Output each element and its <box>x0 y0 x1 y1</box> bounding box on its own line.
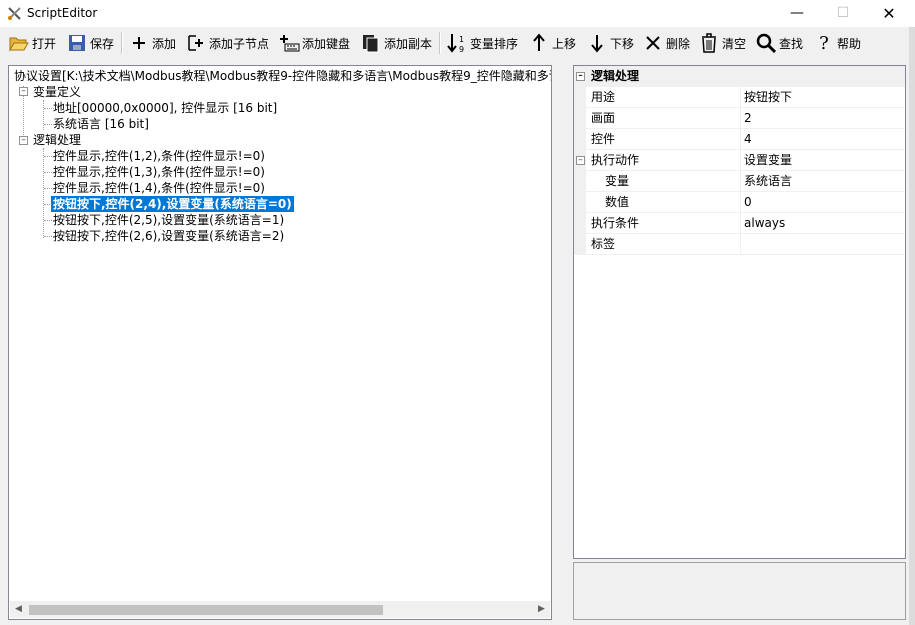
clear-button[interactable]: 清空 <box>698 31 746 55</box>
sort-icon: 19 <box>446 32 468 54</box>
property-description-panel <box>573 562 906 620</box>
property-name: 控件 <box>591 132 616 146</box>
scroll-right-icon[interactable]: ▶ <box>533 601 550 618</box>
svg-text:9: 9 <box>459 45 464 54</box>
sort-variables-button[interactable]: 19 变量排序 <box>446 31 518 55</box>
tree-root[interactable]: 协议设置[K:\技术文档\Modbus教程\Modbus教程9-控件隐藏和多语言… <box>14 68 551 84</box>
minimize-button[interactable]: — <box>774 0 820 27</box>
horizontal-scrollbar[interactable]: ◀ ▶ <box>10 601 550 618</box>
tree-node-logic-item[interactable]: 控件显示,控件(1,3),条件(控件显示!=0) <box>53 164 265 180</box>
collapse-toggle-icon[interactable]: – <box>19 136 28 145</box>
open-button[interactable]: 打开 <box>8 31 56 55</box>
property-value[interactable]: 4 <box>744 129 752 149</box>
move-down-button[interactable]: 下移 <box>586 31 634 55</box>
title-bar: ScriptEditor — ☐ ✕ <box>0 0 915 27</box>
help-label: 帮助 <box>837 36 862 51</box>
help-icon: ? <box>819 32 829 54</box>
trash-icon <box>698 32 720 54</box>
move-up-label: 上移 <box>552 36 577 51</box>
delete-label: 删除 <box>666 36 691 51</box>
window-title: ScriptEditor <box>27 6 98 20</box>
toolbar-separator <box>121 32 123 54</box>
find-label: 查找 <box>779 36 804 51</box>
property-row[interactable]: 控件 4 <box>574 129 905 150</box>
add-key-button[interactable]: 添加键盘 <box>278 31 350 55</box>
add-child-label: 添加子节点 <box>209 36 270 51</box>
property-value[interactable]: 2 <box>744 108 752 128</box>
add-child-button[interactable]: 添加子节点 <box>185 31 269 55</box>
save-icon <box>66 32 88 54</box>
add-copy-button[interactable]: 添加副本 <box>360 31 432 55</box>
property-row[interactable]: 数值 0 <box>574 192 905 213</box>
tree-node-logic-item[interactable]: 按钮按下,控件(2,5),设置变量(系统语言=1) <box>53 212 284 228</box>
property-row[interactable]: – 执行动作 设置变量 <box>574 150 905 171</box>
move-up-button[interactable]: 上移 <box>528 31 576 55</box>
tree-node-logic-item[interactable]: 控件显示,控件(1,4),条件(控件显示!=0) <box>53 180 265 196</box>
property-name: 变量 <box>605 174 630 188</box>
plus-icon <box>128 32 150 54</box>
property-value[interactable]: 0 <box>744 192 752 212</box>
app-icon <box>8 7 21 20</box>
tree-node-variable[interactable]: 系统语言 [16 bit] <box>53 116 149 132</box>
add-button[interactable]: 添加 <box>128 31 176 55</box>
save-button[interactable]: 保存 <box>66 31 114 55</box>
property-name: 执行动作 <box>591 153 640 167</box>
keyboard-icon <box>278 32 300 54</box>
arrow-down-icon <box>586 32 608 54</box>
find-button[interactable]: 查找 <box>755 31 803 55</box>
tree-node-logic-item[interactable]: 按钮按下,控件(2,6),设置变量(系统语言=2) <box>53 228 284 244</box>
help-button[interactable]: ? 帮助 <box>813 31 861 55</box>
scroll-left-icon[interactable]: ◀ <box>10 601 27 618</box>
property-row[interactable]: 用途 按钮按下 <box>574 87 905 108</box>
collapse-toggle-icon[interactable]: – <box>576 156 585 165</box>
property-value[interactable]: always <box>744 213 785 233</box>
collapse-toggle-icon[interactable]: – <box>576 72 585 81</box>
property-name: 用途 <box>591 90 616 104</box>
property-row[interactable]: 变量 系统语言 <box>574 171 905 192</box>
property-value[interactable]: 按钮按下 <box>744 87 792 107</box>
property-row[interactable]: 画面 2 <box>574 108 905 129</box>
property-name: 标签 <box>591 237 616 251</box>
add-key-label: 添加键盘 <box>302 36 351 51</box>
arrow-up-icon <box>528 32 550 54</box>
tree-node-var-definition[interactable]: 变量定义 <box>33 84 81 100</box>
property-value[interactable]: 设置变量 <box>744 150 792 170</box>
property-row[interactable]: 执行条件 always <box>574 213 905 234</box>
close-button[interactable]: ✕ <box>866 0 912 27</box>
svg-text:1: 1 <box>459 35 464 44</box>
property-row[interactable]: 标签 <box>574 234 905 255</box>
tree-node-logic[interactable]: 逻辑处理 <box>33 132 81 148</box>
delete-x-icon <box>642 32 664 54</box>
property-name: 数值 <box>605 195 630 209</box>
property-category[interactable]: – 逻辑处理 <box>574 66 905 87</box>
save-label: 保存 <box>90 36 115 51</box>
tree-node-variable[interactable]: 地址[00000,0x0000], 控件显示 [16 bit] <box>53 100 277 116</box>
add-label: 添加 <box>152 36 177 51</box>
search-icon <box>755 32 777 54</box>
add-child-icon <box>185 32 207 54</box>
property-name: 画面 <box>591 111 616 125</box>
clear-label: 清空 <box>722 36 747 51</box>
property-grid[interactable]: – 逻辑处理 用途 按钮按下 画面 2 控件 4 – 执行动作 设置变量 变量 … <box>573 65 906 559</box>
delete-button[interactable]: 删除 <box>642 31 690 55</box>
sort-variables-label: 变量排序 <box>470 36 519 51</box>
scrollbar-thumb[interactable] <box>29 605 383 615</box>
toolbar-separator <box>439 32 441 54</box>
toolbar: 打开 保存 添加 添加子节点 添加键盘 添加副本 19 变量排序 上移 下移 删… <box>0 27 915 59</box>
copy-icon <box>360 32 382 54</box>
property-name: 执行条件 <box>591 216 640 230</box>
open-label: 打开 <box>32 36 57 51</box>
maximize-button[interactable]: ☐ <box>820 0 866 27</box>
add-copy-label: 添加副本 <box>384 36 433 51</box>
tree-node-logic-item-selected[interactable]: 按钮按下,控件(2,4),设置变量(系统语言=0) <box>50 195 295 213</box>
tree-view[interactable]: 协议设置[K:\技术文档\Modbus教程\Modbus教程9-控件隐藏和多语言… <box>8 65 552 620</box>
tree-node-logic-item[interactable]: 控件显示,控件(1,2),条件(控件显示!=0) <box>53 148 265 164</box>
collapse-toggle-icon[interactable]: – <box>19 87 28 96</box>
folder-open-icon <box>8 32 30 54</box>
background-window-edge <box>909 27 915 625</box>
property-value[interactable]: 系统语言 <box>744 171 792 191</box>
category-label: 逻辑处理 <box>591 69 640 83</box>
move-down-label: 下移 <box>610 36 635 51</box>
